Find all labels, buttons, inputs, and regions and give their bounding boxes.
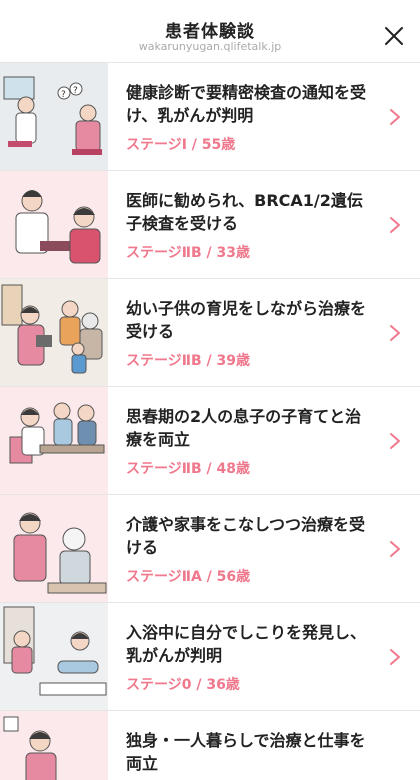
story-headline: 独身・一人暮らしで治療と仕事を両立 <box>126 731 366 773</box>
story-stage: ステージⅡB / 33歳 <box>126 245 250 261</box>
story-illustration-6 <box>0 603 108 710</box>
chevron-right-icon <box>390 433 400 449</box>
story-illustration-3 <box>0 279 108 386</box>
story-text-5: 介護や家事をこなしつつ治療を受ける ステージⅡA / 56歳 <box>126 513 376 586</box>
svg-text:?: ? <box>73 86 78 96</box>
story-text-3: 幼い子供の育児をしながら治療を受ける ステージⅡB / 39歳 <box>126 297 376 370</box>
story-illustration-5 <box>0 495 108 602</box>
story-list: ? ? 健康診断で要精密検査の通知を受け、乳がんが判明 ステージI / 55歳 <box>0 62 420 780</box>
story-headline: 入浴中に自分でしこりを発見し、乳がんが判明 <box>126 623 367 665</box>
story-headline: 介護や家事をこなしつつ治療を受ける <box>126 515 366 557</box>
chevron-right-icon <box>390 217 400 233</box>
story-headline: 健康診断で要精密検査の通知を受け、乳がんが判明 <box>126 83 367 125</box>
story-stage: ステージ0 / 36歳 <box>126 677 240 693</box>
chevron-right-icon <box>390 541 400 557</box>
story-text-7: 独身・一人暮らしで治療と仕事を両立 <box>126 729 376 775</box>
story-text-2: 医師に勧められ、BRCA1/2遺伝子検査を受ける ステージⅡB / 33歳 <box>126 189 376 262</box>
story-item-4[interactable]: 思春期の2人の息子の子育てと治療を両立 ステージⅡB / 48歳 <box>0 386 420 494</box>
story-illustration-2 <box>0 171 108 278</box>
site-url: wakarunyugan.qlifetalk.jp <box>138 40 282 53</box>
story-headline: 幼い子供の育児をしながら治療を受ける <box>126 299 367 341</box>
story-item-3[interactable]: 幼い子供の育児をしながら治療を受ける ステージⅡB / 39歳 <box>0 278 420 386</box>
story-stage: ステージⅡB / 48歳 <box>126 461 250 477</box>
story-headline: 思春期の2人の息子の子育てと治療を両立 <box>126 407 362 449</box>
close-icon[interactable] <box>382 24 406 48</box>
story-stage: ステージⅡB / 39歳 <box>126 353 250 369</box>
story-item-6[interactable]: 入浴中に自分でしこりを発見し、乳がんが判明 ステージ0 / 36歳 <box>0 602 420 710</box>
svg-text:?: ? <box>61 90 66 100</box>
chevron-right-icon <box>390 649 400 665</box>
chevron-right-icon <box>390 109 400 125</box>
story-illustration-4 <box>0 387 108 494</box>
story-stage: ステージⅡA / 56歳 <box>126 569 251 585</box>
story-item-7[interactable]: 独身・一人暮らしで治療と仕事を両立 <box>0 710 420 780</box>
story-illustration-7 <box>0 711 108 780</box>
chevron-right-icon <box>390 325 400 341</box>
page-title: 患者体験談 <box>165 22 255 42</box>
story-item-1[interactable]: ? ? 健康診断で要精密検査の通知を受け、乳がんが判明 ステージI / 55歳 <box>0 62 420 170</box>
story-text-4: 思春期の2人の息子の子育てと治療を両立 ステージⅡB / 48歳 <box>126 405 376 478</box>
story-headline: 医師に勧められ、BRCA1/2遺伝子検査を受ける <box>126 191 363 233</box>
header-bar: 患者体験談 wakarunyugan.qlifetalk.jp <box>0 0 420 62</box>
story-text-1: 健康診断で要精密検査の通知を受け、乳がんが判明 ステージI / 55歳 <box>126 81 376 154</box>
story-item-5[interactable]: 介護や家事をこなしつつ治療を受ける ステージⅡA / 56歳 <box>0 494 420 602</box>
story-item-2[interactable]: 医師に勧められ、BRCA1/2遺伝子検査を受ける ステージⅡB / 33歳 <box>0 170 420 278</box>
story-illustration-1: ? ? <box>0 63 108 170</box>
story-text-6: 入浴中に自分でしこりを発見し、乳がんが判明 ステージ0 / 36歳 <box>126 621 376 694</box>
story-stage: ステージI / 55歳 <box>126 137 236 153</box>
